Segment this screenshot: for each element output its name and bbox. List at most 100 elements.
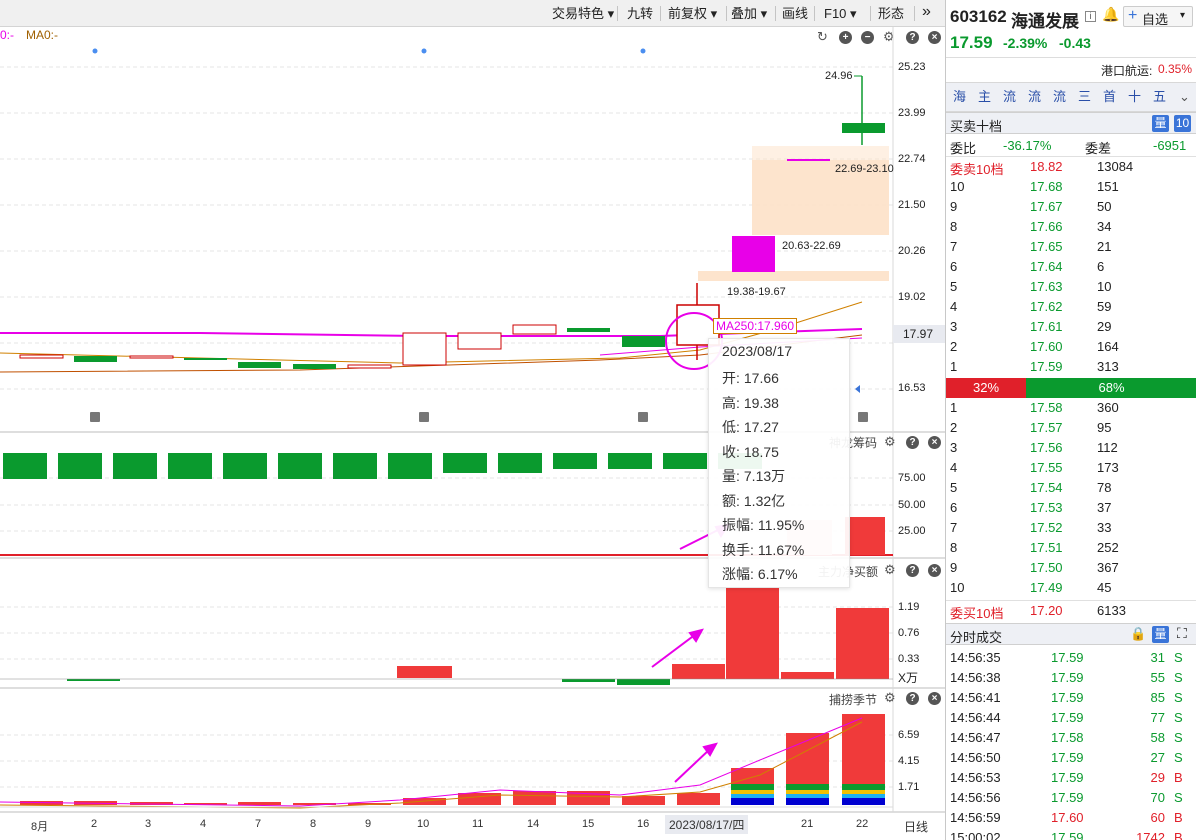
- volume-icon[interactable]: 量: [1152, 115, 1169, 132]
- trade-row: 14:56:56 17.59 70 S: [946, 788, 1196, 808]
- change-pct: -2.39%: [1003, 35, 1048, 51]
- date-axis-label: 11: [472, 818, 484, 830]
- trade-row: 14:56:53 17.59 29 B: [946, 768, 1196, 788]
- ask-row[interactable]: 3 17.61 29: [946, 317, 1196, 337]
- quote-panel: 603162 海通发展 i 🔔 + 自选 ▾ 17.59 -2.39% -0.4…: [945, 0, 1196, 840]
- settings-icon[interactable]: ⚙: [884, 434, 896, 450]
- trade-price: 17.59: [1051, 650, 1084, 665]
- candle: [19, 354, 64, 359]
- order-price: 17.63: [1030, 279, 1063, 294]
- lock-icon[interactable]: 🔒: [1130, 626, 1146, 642]
- bid-row[interactable]: 6 17.53 37: [946, 498, 1196, 518]
- chart-area[interactable]: 交易特色 ▾ 九转 前复权 ▾ 叠加 ▾ 画线 F10 ▾ 形态 » 0:- M…: [0, 0, 945, 840]
- chevron-down-icon[interactable]: ⌄: [1174, 87, 1195, 107]
- plus-icon: +: [1128, 7, 1138, 24]
- order-lvl: 4: [950, 299, 958, 314]
- bid-row[interactable]: 9 17.50 367: [946, 558, 1196, 578]
- trade-price: 17.59: [1051, 830, 1084, 840]
- tooltip-value: 19.38: [743, 394, 779, 411]
- order-price: 17.68: [1030, 179, 1063, 194]
- ask-row[interactable]: 6 17.64 6: [946, 257, 1196, 277]
- help-icon[interactable]: ?: [906, 564, 919, 577]
- nav-tab[interactable]: 首: [1099, 87, 1120, 107]
- season-bar: [622, 796, 665, 805]
- trade-side: S: [1174, 750, 1183, 765]
- bid-row[interactable]: 3 17.56 112: [946, 438, 1196, 458]
- sector-label[interactable]: 港口航运:: [1101, 62, 1152, 79]
- period-label[interactable]: 日线: [904, 818, 928, 835]
- volume-icon[interactable]: 量: [1152, 626, 1169, 643]
- order-lvl: 3: [950, 319, 958, 334]
- bid-row[interactable]: 10 17.49 45: [946, 578, 1196, 598]
- order-price: 17.51: [1030, 540, 1063, 555]
- nav-tab[interactable]: 五: [1149, 87, 1170, 107]
- bid-total-volume: 6133: [1097, 603, 1126, 618]
- tooltip-label: 换手:: [722, 541, 754, 558]
- order-lvl: 10: [950, 179, 965, 194]
- bid-row[interactable]: 4 17.55 173: [946, 458, 1196, 478]
- chip-bar: [333, 453, 377, 479]
- order-vol: 313: [1097, 359, 1119, 374]
- bell-icon[interactable]: 🔔: [1102, 6, 1119, 23]
- bid-row[interactable]: 2 17.57 95: [946, 418, 1196, 438]
- ask-row[interactable]: 8 17.66 34: [946, 217, 1196, 237]
- nav-tab[interactable]: 三: [1074, 87, 1095, 107]
- trade-vol: 31: [1150, 650, 1165, 665]
- trade-price: 17.59: [1051, 750, 1084, 765]
- nav-tab[interactable]: 海: [949, 87, 970, 107]
- order-vol: 367: [1097, 560, 1119, 575]
- diff-value: -6951: [1153, 138, 1187, 153]
- ask-row[interactable]: 2 17.60 164: [946, 337, 1196, 357]
- trade-time: 14:56:41: [950, 690, 1001, 705]
- trade-price: 17.59: [1051, 670, 1084, 685]
- candle: [567, 328, 610, 332]
- ask-row[interactable]: 10 17.68 151: [946, 177, 1196, 197]
- order-vol: 78: [1097, 480, 1112, 495]
- date-axis-label: 8月: [31, 821, 49, 833]
- expand-icon[interactable]: ⛶: [1177, 625, 1187, 642]
- nav-tab[interactable]: 十: [1124, 87, 1145, 107]
- date-axis-label: 22: [856, 818, 869, 830]
- info-icon[interactable]: i: [1085, 11, 1096, 22]
- nav-tab[interactable]: 流: [1024, 87, 1045, 107]
- ask-row[interactable]: 9 17.67 50: [946, 197, 1196, 217]
- bid-row[interactable]: 5 17.54 78: [946, 478, 1196, 498]
- ask-row[interactable]: 7 17.65 21: [946, 237, 1196, 257]
- main-buy-unit: X万: [898, 671, 919, 685]
- order-vol: 50: [1097, 199, 1112, 214]
- tooltip-label: 振幅:: [722, 517, 754, 533]
- ask-row[interactable]: 1 17.59 313: [946, 357, 1196, 377]
- trade-time: 15:00:02: [950, 830, 1001, 840]
- nav-tab[interactable]: 主: [974, 87, 995, 107]
- help-icon[interactable]: ?: [906, 692, 919, 705]
- price-axis-label: 25.23: [898, 61, 926, 73]
- bid-row[interactable]: 8 17.51 252: [946, 538, 1196, 558]
- bid-row[interactable]: 7 17.52 33: [946, 518, 1196, 538]
- bid-row[interactable]: 1 17.58 360: [946, 398, 1196, 418]
- tooltip-row: 额: 1.32亿: [722, 491, 785, 511]
- season-bar: [731, 784, 774, 790]
- ask-row[interactable]: 4 17.62 59: [946, 297, 1196, 317]
- nav-tab[interactable]: 流: [1049, 87, 1070, 107]
- close-icon[interactable]: ×: [928, 564, 941, 577]
- order-lvl: 6: [950, 259, 958, 274]
- close-icon[interactable]: ×: [928, 692, 941, 705]
- close-icon[interactable]: ×: [928, 436, 941, 449]
- tooltip-value: 17.66: [743, 370, 779, 386]
- help-icon[interactable]: ?: [906, 436, 919, 449]
- depth-badge[interactable]: 10: [1174, 115, 1191, 132]
- settings-icon[interactable]: ⚙: [884, 690, 896, 706]
- add-watchlist-button[interactable]: + 自选 ▾: [1123, 6, 1193, 27]
- date-axis-label: 3: [145, 818, 152, 830]
- price-axis-label: 21.50: [898, 199, 926, 211]
- trade-time: 14:56:53: [950, 770, 1001, 785]
- stock-name: 海通发展: [1011, 12, 1079, 31]
- ma250-label: MA250:17.960: [713, 318, 798, 334]
- ask-row[interactable]: 5 17.63 10: [946, 277, 1196, 297]
- nav-tab[interactable]: 流: [999, 87, 1020, 107]
- settings-icon[interactable]: ⚙: [884, 562, 896, 578]
- price-axis-label: 19.02: [898, 291, 926, 303]
- tooltip-label: 额:: [722, 492, 740, 509]
- order-vol: 59: [1097, 299, 1112, 314]
- order-lvl: 9: [950, 199, 958, 214]
